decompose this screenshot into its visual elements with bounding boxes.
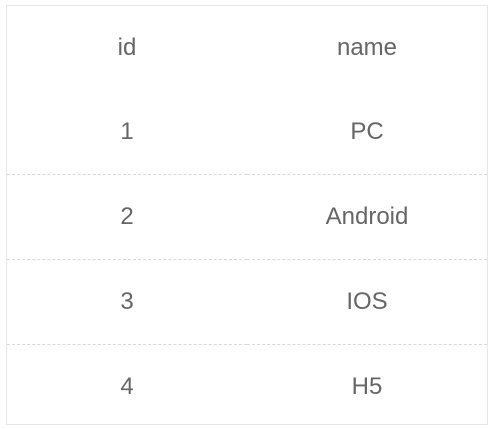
data-table: id name 1 PC 2 Android 3 IOS 4 H5 — [7, 6, 487, 429]
cell-id: 1 — [7, 90, 247, 175]
cell-id: 2 — [7, 175, 247, 260]
column-header-id[interactable]: id — [7, 6, 247, 90]
table-body: 1 PC 2 Android 3 IOS 4 H5 — [7, 90, 487, 429]
cell-id: 3 — [7, 260, 247, 345]
table-row[interactable]: 2 Android — [7, 175, 487, 260]
data-table-container: id name 1 PC 2 Android 3 IOS 4 H5 — [6, 5, 488, 425]
cell-name: Android — [247, 175, 487, 260]
cell-name: H5 — [247, 345, 487, 429]
table-row[interactable]: 1 PC — [7, 90, 487, 175]
cell-name: PC — [247, 90, 487, 175]
cell-id: 4 — [7, 345, 247, 429]
table-header: id name — [7, 6, 487, 90]
table-row[interactable]: 3 IOS — [7, 260, 487, 345]
column-header-name[interactable]: name — [247, 6, 487, 90]
header-row: id name — [7, 6, 487, 90]
cell-name: IOS — [247, 260, 487, 345]
table-row[interactable]: 4 H5 — [7, 345, 487, 429]
